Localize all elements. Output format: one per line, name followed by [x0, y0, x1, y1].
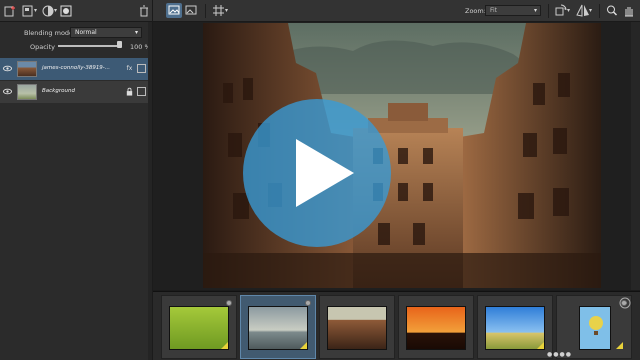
eye-icon[interactable]	[3, 64, 12, 73]
layers-toolbar: ▾ ▾	[0, 0, 152, 22]
palace-thumbnail	[327, 306, 387, 350]
opacity-slider[interactable]	[58, 45, 122, 47]
divider	[205, 4, 206, 18]
compare-view-button[interactable]	[183, 3, 199, 18]
main-toolbar: ▾ Zoom: Fit ▾ ▾ ▾	[153, 0, 640, 22]
layers-panel: ▾ ▾ Blending mode: Normal ▾ Opacity 100 …	[0, 0, 152, 360]
edit-corner-icon	[537, 342, 544, 349]
layer-name: james-connolly-38919-...	[42, 65, 111, 71]
info-badge-icon	[226, 300, 232, 306]
beach-sky-thumbnail	[248, 306, 308, 350]
chevron-down-icon[interactable]: ▾	[567, 7, 570, 14]
play-icon	[296, 139, 354, 207]
edit-corner-icon	[616, 342, 623, 349]
chevron-down-icon: ▾	[134, 29, 138, 36]
magnifier-icon	[607, 5, 618, 16]
green-text-thumbnail	[169, 306, 229, 350]
hand-icon	[625, 7, 633, 17]
filmstrip-item[interactable]	[240, 295, 316, 359]
layer-thumbnail	[17, 84, 37, 100]
chevron-down-icon: ▾	[533, 7, 537, 14]
layer-mask-icon[interactable]	[137, 64, 146, 73]
layer-thumbnail	[17, 61, 37, 77]
canvas-scrollbar[interactable]	[631, 22, 640, 290]
edit-corner-icon	[221, 342, 228, 349]
blue-sky-field-thumbnail	[485, 306, 545, 350]
opacity-slider-handle[interactable]	[117, 41, 122, 48]
play-video-button[interactable]	[243, 99, 391, 247]
filmstrip-item[interactable]	[398, 295, 474, 359]
chevron-down-icon[interactable]: ▾	[589, 7, 592, 14]
filmstrip-pagination[interactable]: ●●●●	[547, 351, 572, 358]
trash-icon[interactable]	[138, 5, 150, 17]
adjustment-icon[interactable]	[42, 5, 54, 17]
hand-tool-button[interactable]	[621, 3, 637, 18]
chevron-down-icon[interactable]: ▾	[54, 7, 57, 14]
chevron-down-icon[interactable]: ▾	[225, 7, 228, 14]
lock-icon	[126, 87, 133, 96]
layer-row-james-connolly[interactable]: james-connolly-38919-... fx	[0, 58, 150, 80]
layer-group-icon[interactable]	[22, 5, 34, 17]
layer-name: Background	[42, 88, 75, 94]
filmstrip-options-icon[interactable]	[618, 296, 632, 310]
chevron-down-icon[interactable]: ▾	[34, 7, 37, 14]
filmstrip-item[interactable]	[161, 295, 237, 359]
mask-icon[interactable]	[60, 5, 72, 17]
photo-view-icon	[168, 5, 180, 15]
divider	[548, 4, 549, 18]
layer-mask-icon[interactable]	[137, 87, 146, 96]
single-view-button[interactable]	[166, 3, 182, 18]
layers-scrollbar[interactable]	[148, 22, 152, 360]
zoom-select[interactable]: Fit ▾	[485, 5, 541, 16]
eye-icon[interactable]	[3, 87, 12, 96]
layer-row-background[interactable]: Background	[0, 81, 150, 103]
fx-icon[interactable]: fx	[125, 64, 134, 73]
zoom-label: Zoom:	[465, 7, 486, 15]
filmstrip-item[interactable]	[477, 295, 553, 359]
new-layer-icon[interactable]	[4, 5, 16, 17]
blending-mode-value: Normal	[75, 29, 97, 36]
zoom-tool-button[interactable]	[604, 3, 620, 18]
filmstrip-item[interactable]	[319, 295, 395, 359]
balloon-thumbnail	[579, 306, 611, 350]
divider	[599, 4, 600, 18]
info-badge-icon	[305, 300, 311, 306]
filmstrip	[153, 291, 640, 360]
image-icon	[185, 5, 197, 15]
sunset-jump-thumbnail	[406, 306, 466, 350]
opacity-label: Opacity	[30, 43, 56, 51]
edit-corner-icon	[300, 342, 307, 349]
blending-mode-select[interactable]: Normal ▾	[70, 27, 142, 38]
blending-mode-label: Blending mode:	[24, 29, 76, 37]
zoom-value: Fit	[490, 7, 498, 14]
